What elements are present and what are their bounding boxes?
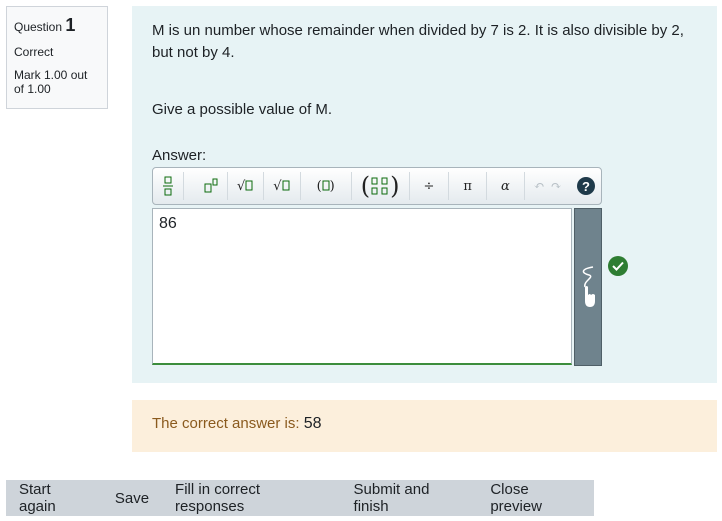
question-content: M is un number whose remainder when divi… [132, 6, 717, 383]
fill-correct-button[interactable]: Fill in correct responses [162, 481, 340, 515]
question-prompt: Give a possible value of M. [152, 101, 333, 118]
close-preview-button[interactable]: Close preview [477, 481, 594, 515]
start-again-button[interactable]: Start again [6, 481, 102, 515]
correct-answer-feedback: The correct answer is: 58 [132, 400, 717, 452]
undo-button[interactable]: ↶ [525, 172, 548, 200]
question-info: Question 1 Correct Mark 1.00 out of 1.00 [6, 6, 108, 109]
matrix-button[interactable]: () [352, 172, 410, 200]
answer-value: 86 [159, 215, 177, 232]
alpha-button[interactable]: α [487, 172, 525, 200]
nth-root-button[interactable]: √ [264, 172, 301, 200]
divide-button[interactable]: ÷ [410, 172, 450, 200]
fraction-button[interactable] [153, 172, 184, 200]
correct-answer-value: 58 [303, 415, 322, 432]
answer-input[interactable]: 86 [152, 208, 572, 365]
parentheses-button[interactable]: () [301, 172, 352, 200]
question-text: M is un number whose remainder when divi… [152, 22, 684, 61]
square-root-button[interactable]: √ [228, 172, 265, 200]
handwriting-toggle[interactable] [574, 208, 602, 366]
help-icon[interactable]: ? [577, 177, 595, 195]
question-number: Question 1 [14, 15, 76, 35]
redo-button[interactable]: ↷ [548, 172, 565, 200]
math-toolbar: √ √ () () ÷ π α ↶ ↷ ? [152, 167, 602, 205]
question-mark: Mark 1.00 out of 1.00 [14, 68, 88, 96]
question-state: Correct [14, 45, 54, 59]
handwriting-icon [582, 266, 595, 307]
pi-button[interactable]: π [449, 172, 487, 200]
submit-finish-button[interactable]: Submit and finish [341, 481, 478, 515]
correct-check-icon [608, 256, 628, 276]
answer-label: Answer: [152, 147, 207, 164]
save-button[interactable]: Save [102, 490, 162, 507]
preview-actions: Start again Save Fill in correct respons… [6, 480, 594, 516]
superscript-button[interactable] [184, 172, 228, 200]
